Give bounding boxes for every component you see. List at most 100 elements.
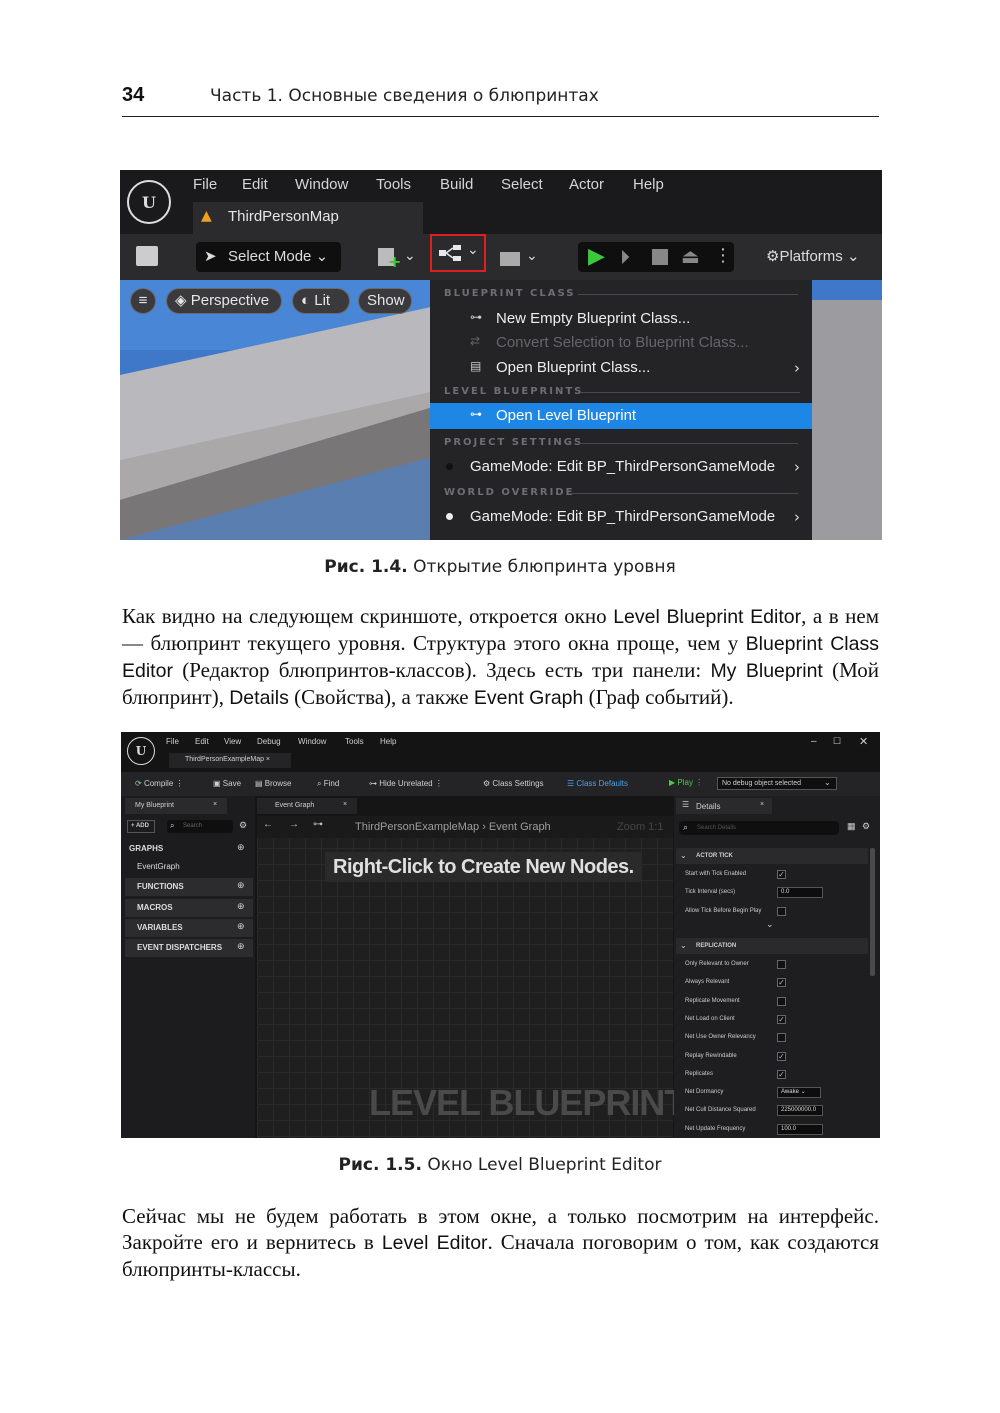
checkbox-unchecked[interactable] xyxy=(777,1033,786,1043)
menu-select[interactable]: Select xyxy=(501,176,543,193)
platforms-button[interactable]: ⚙Platforms ⌄ xyxy=(766,242,882,272)
class-defaults-button[interactable]: ☰ Class Defaults xyxy=(567,779,628,788)
perspective-button[interactable]: ◈ Perspective xyxy=(166,288,282,314)
close-icon[interactable]: ✕ xyxy=(859,735,868,748)
menu-help[interactable]: Help xyxy=(633,176,664,193)
cinematics-button[interactable]: ⌄ xyxy=(500,248,540,270)
checkbox-checked[interactable]: ✓ xyxy=(777,1069,786,1079)
event-graph-tab[interactable]: Event Graph × xyxy=(257,798,357,814)
section-event-dispatchers[interactable]: EVENT DISPATCHERS xyxy=(125,939,253,957)
checkbox-checked[interactable]: ✓ xyxy=(777,978,786,988)
unreal-logo-icon[interactable]: U xyxy=(127,737,155,765)
menu-help[interactable]: Help xyxy=(380,737,396,746)
menu-file[interactable]: File xyxy=(193,176,217,193)
breadcrumb-map[interactable]: ThirdPersonExampleMap xyxy=(355,821,479,833)
hide-unrelated-button[interactable]: ⊶ Hide Unrelated ⋮ xyxy=(369,779,443,788)
browse-button[interactable]: ▤ Browse xyxy=(255,779,291,788)
find-button[interactable]: ⌕ Find xyxy=(317,779,339,789)
class-settings-button[interactable]: ⚙ Class Settings xyxy=(483,779,544,788)
menu-window[interactable]: Window xyxy=(295,176,348,193)
add-actor-button[interactable]: + ⌄ xyxy=(378,246,416,271)
expand-chevron-icon[interactable]: ⌄ xyxy=(766,919,774,930)
back-icon[interactable]: ← xyxy=(263,819,273,830)
add-circle-icon[interactable]: ⊕ xyxy=(237,901,245,912)
net-update-field[interactable]: 100.0 xyxy=(777,1124,823,1135)
table-view-icon[interactable]: ▦ xyxy=(847,821,856,832)
net-dormancy-select[interactable]: Awake ⌄ xyxy=(777,1087,821,1098)
my-blueprint-tab[interactable]: My Blueprint × xyxy=(125,798,227,814)
forward-icon[interactable]: → xyxy=(289,819,299,830)
chevron-right-icon: › xyxy=(794,359,800,377)
map-tab[interactable]: ▲ ThirdPersonMap xyxy=(193,202,423,234)
save-icon[interactable] xyxy=(136,246,158,266)
menu-file[interactable]: File xyxy=(166,737,179,746)
add-button[interactable]: + ADD xyxy=(127,820,155,833)
gear-icon[interactable]: ⚙ xyxy=(239,820,247,831)
add-circle-icon[interactable]: ⊕ xyxy=(237,880,245,891)
checkbox-unchecked[interactable] xyxy=(777,960,786,969)
map-tab-label: ThirdPersonExampleMap × xyxy=(185,756,271,763)
net-cull-field[interactable]: 225000000.0 xyxy=(777,1105,823,1116)
menu-tools[interactable]: Tools xyxy=(345,737,364,746)
menu-item-label: Open Blueprint Class... xyxy=(496,359,651,376)
blueprints-button[interactable]: ⌄ xyxy=(430,234,486,272)
menu-window[interactable]: Window xyxy=(298,737,326,746)
compile-button[interactable]: ⟳ Compile ⋮ xyxy=(135,779,184,788)
debug-object-select[interactable]: No debug object selected ⌄ xyxy=(717,777,837,790)
play-icon[interactable]: ▶ xyxy=(588,244,605,269)
maximize-icon[interactable]: ☐ xyxy=(833,736,841,747)
details-tab[interactable]: ☰ Details × xyxy=(676,798,772,814)
menu-edit[interactable]: Edit xyxy=(242,176,268,193)
my-blueprint-search-input[interactable]: ⌕ Search xyxy=(167,820,233,833)
add-circle-icon[interactable]: ⊕ xyxy=(237,941,245,952)
menu-edit[interactable]: Edit xyxy=(195,737,209,746)
section-variables[interactable]: VARIABLES xyxy=(125,919,253,937)
lit-button[interactable]: ◐ Lit xyxy=(292,288,350,314)
details-search-input[interactable]: ⌕ Search Details xyxy=(679,821,839,835)
figure-caption-1: Рис. 1.4. Открытие блюпринта уровня xyxy=(0,557,1000,577)
details-scrollbar[interactable] xyxy=(870,848,875,976)
minimize-icon[interactable]: – xyxy=(811,736,817,747)
menu-view[interactable]: View xyxy=(224,737,241,746)
checkbox-unchecked[interactable] xyxy=(777,907,786,916)
gear-icon[interactable]: ⚙ xyxy=(862,821,870,832)
menu-debug[interactable]: Debug xyxy=(257,737,281,746)
add-circle-icon[interactable]: ⊕ xyxy=(237,921,245,932)
section-functions[interactable]: FUNCTIONS xyxy=(125,878,253,896)
save-button[interactable]: ▣ Save xyxy=(213,779,241,788)
section-actor-tick[interactable]: ⌄ ACTOR TICK xyxy=(676,848,868,864)
debug-object-label: No debug object selected xyxy=(722,780,801,787)
close-icon[interactable]: × xyxy=(343,801,347,808)
chevron-down-icon: ⌄ xyxy=(467,242,479,258)
section-graphs[interactable]: GRAPHS xyxy=(125,840,253,858)
breadcrumb-graph[interactable]: Event Graph xyxy=(489,821,551,833)
add-circle-icon[interactable]: ⊕ xyxy=(237,842,245,853)
section-replication[interactable]: ⌄ REPLICATION xyxy=(676,938,868,954)
menu-item-open-level-blueprint[interactable]: ⊶ Open Level Blueprint xyxy=(430,403,812,429)
close-icon[interactable]: × xyxy=(213,801,217,808)
checkbox-checked[interactable]: ✓ xyxy=(777,1014,786,1024)
eject-icon[interactable]: ⏏ xyxy=(681,244,700,268)
list-item-eventgraph[interactable]: EventGraph xyxy=(125,858,253,876)
menu-actor[interactable]: Actor xyxy=(569,176,604,193)
figure-level-blueprint-editor-screenshot: U File Edit View Debug Window Tools Help… xyxy=(121,732,880,1138)
show-button[interactable]: Show xyxy=(358,288,412,314)
checkbox-checked[interactable]: ✓ xyxy=(777,1051,786,1061)
section-macros[interactable]: MACROS xyxy=(125,899,253,917)
menu-build[interactable]: Build xyxy=(440,176,473,193)
checkbox-unchecked[interactable] xyxy=(777,996,786,1006)
close-icon[interactable]: × xyxy=(760,801,764,808)
play-button[interactable]: ▶ Play ⋮ xyxy=(669,778,703,787)
select-mode-button[interactable]: ➤ Select Mode ⌄ xyxy=(196,242,341,272)
tick-interval-field[interactable]: 0.0 xyxy=(777,887,823,898)
checkbox-checked[interactable]: ✓ xyxy=(777,870,786,879)
unreal-logo-icon[interactable]: U xyxy=(127,180,171,224)
map-tab[interactable]: ThirdPersonExampleMap × xyxy=(169,753,291,768)
browse-label: Browse xyxy=(264,779,292,788)
term: My Blueprint xyxy=(710,660,823,682)
more-options-icon[interactable]: ⋮ xyxy=(714,245,732,266)
step-icon[interactable]: ⏵ xyxy=(620,245,630,269)
menu-tools[interactable]: Tools xyxy=(376,176,411,193)
viewport-menu-button[interactable]: ≡ xyxy=(130,288,156,314)
stop-icon[interactable] xyxy=(652,249,668,265)
